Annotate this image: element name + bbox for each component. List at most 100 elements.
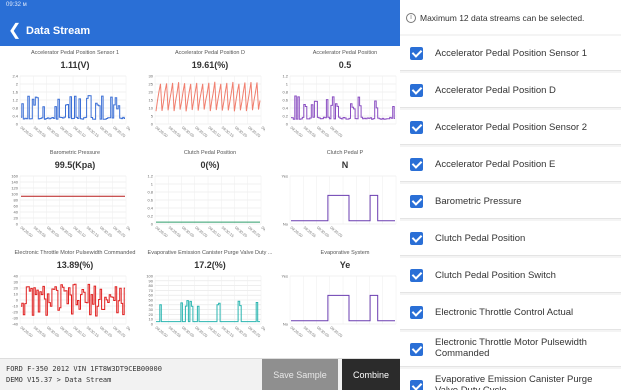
checkbox-checked-icon[interactable] [410,121,423,134]
x-tick-label: 09:29:55 [168,226,182,239]
y-tick-label: 0.8 [147,190,153,195]
y-tick-label: 2 [16,82,19,87]
checkbox-checked-icon[interactable] [410,306,423,319]
stream-list-item[interactable]: Barometric Pressure [400,184,621,219]
x-tick-label: 09:30:10 [72,326,86,339]
x-tick-label: 09:29:50 [289,126,303,139]
graph-plot: Yes No09:29:50 09:29:55 09:30:00 09:30:05 [281,174,397,239]
data-stream-graph[interactable]: Barometric Pressure 99.5(Kpa) 160 140 120 100… [0,146,150,246]
checkbox-checked-icon[interactable] [410,232,423,245]
checkbox-checked-icon[interactable] [410,47,423,60]
y-tick-label: 10 [14,292,19,297]
checkbox-checked-icon[interactable] [410,158,423,171]
graph-plot: 2.421.61.20.80.4009:29:50 09:29:55 09:30:0… [12,74,130,139]
stream-list-item[interactable]: Clutch Pedal Position [400,221,621,256]
stream-list-item[interactable]: Accelerator Pedal Position Sensor 1 [400,36,621,71]
stream-list-item[interactable]: Clutch Pedal Position Switch [400,258,621,293]
save-sample-button[interactable]: Save Sample [262,359,338,390]
graph-plot: 16014012010080604020009:29:50 09:29:55 09:… [11,174,130,239]
y-tick-label: 0 [151,222,154,227]
stream-list-item[interactable]: Accelerator Pedal Position E [400,147,621,182]
graph-value: 17.2(%) [194,260,226,270]
y-tick-label: 0 [151,322,154,327]
y-tick-label: 1.2 [12,98,18,103]
graph-value: N [341,160,349,170]
checkbox-checked-icon[interactable] [410,343,423,356]
x-tick-label: 09:30:20 [234,126,248,139]
stream-list-item[interactable]: Electronic Throttle Control Actual [400,295,621,330]
x-tick-label: 09:30:00 [181,226,195,239]
status-time: 09:32 ᴍ [6,2,27,8]
vehicle-info: FORD F-350 2012 VIN 1FT8W3DT9CEB00000 [6,365,162,373]
data-stream-graph[interactable]: Evaporative System Ye Yes No 09:29:50 09:29:5… [270,246,400,346]
data-stream-graph[interactable]: Accelerator Pedal Position 0.5 1.2 1 0.8 0.6 0… [270,46,400,146]
graph-value: Ye [339,260,351,270]
x-tick-label: 09:30:05 [329,226,343,239]
x-tick-label: 09:29:50 [154,226,168,239]
stream-list-item[interactable]: Electronic Throttle Motor Pulsewidth Com… [400,332,621,367]
y-tick-label: 40 [14,210,19,215]
graph-title: Electronic Throttle Motor Pulsewidth Com… [14,250,136,256]
x-tick-label: 09:29:55 [303,326,317,339]
x-tick-label: 09:30:30 [260,126,265,139]
stream-list-item-label: Accelerator Pedal Position E [435,159,556,170]
app-window: 09:32 ᴍ ❮ Data Stream Accelerator Pedal … [0,0,621,390]
x-tick-label: 09:30:05 [194,326,208,339]
stream-list-item-label: Accelerator Pedal Position Sensor 2 [435,122,588,133]
x-tick-label: 09:30:25 [247,226,261,239]
checkbox-checked-icon[interactable] [410,380,423,390]
graph-plot: 403020100-10-20-30-4009:29:50 09:29:55 09:… [12,274,130,339]
y-tick-label: 30 [149,74,154,79]
x-tick-label: 09:29:50 [154,326,168,339]
x-tick-label: 09:30:05 [194,226,208,239]
y-tick-label: 160 [11,174,18,179]
x-tick-label: 09:29:55 [303,126,317,139]
y-tick-label: No [283,222,289,227]
bottom-bar: FORD F-350 2012 VIN 1FT8W3DT9CEB00000 DE… [0,358,400,390]
checkbox-checked-icon[interactable] [410,84,423,97]
graph-title: Evaporative System [320,250,370,256]
x-tick-label: 09:30:00 [316,326,330,339]
graph-title: Accelerator Pedal Position D [174,50,245,56]
stream-list-item-label: Accelerator Pedal Position D [435,85,556,96]
x-tick-label: 09:30:05 [194,126,208,139]
data-stream-graph[interactable]: Clutch Pedal P N Yes No 09:29:50 09:29:55 09:3… [270,146,400,246]
combine-button[interactable]: Combine [342,359,400,390]
checkbox-checked-icon[interactable] [410,195,423,208]
y-tick-label: 1.6 [12,90,18,95]
x-tick-label: 09:30:00 [46,126,60,139]
x-tick-label: 09:29:50 [289,326,303,339]
stream-list-item-label: Accelerator Pedal Position Sensor 1 [435,48,588,59]
checkbox-checked-icon[interactable] [410,269,423,282]
x-tick-label: 09:29:55 [168,326,182,339]
x-tick-label: 09:29:50 [154,126,168,139]
y-tick-label: No [283,322,289,327]
graph-title: Barometric Pressure [49,150,101,156]
stream-list-item[interactable]: Accelerator Pedal Position D [400,73,621,108]
stream-list-item-label: Electronic Throttle Control Actual [435,307,574,318]
y-tick-label: 10 [149,106,154,111]
x-tick-label: 09:30:15 [86,226,100,239]
stream-list-item[interactable]: Accelerator Pedal Position Sensor 2 [400,110,621,145]
y-tick-label: 0 [16,122,19,127]
data-stream-graph[interactable]: Clutch Pedal Position 0(%) 1.2 1 0.8 0.6 0.4 0.… [135,146,285,246]
graph-title: Evaporative Emission Canister Purge Valv… [147,250,273,256]
y-tick-label: 120 [11,186,18,191]
x-tick-label: 09:30:15 [221,226,235,239]
y-tick-label: 0.6 [282,98,288,103]
data-stream-graph[interactable]: Accelerator Pedal Position Sensor 1 1.11(… [0,46,150,146]
graph-value: 0(%) [200,160,220,170]
y-tick-label: 15 [149,98,154,103]
stream-selection-panel: i Maximum 12 data streams can be selecte… [400,0,621,390]
data-stream-graph[interactable]: Accelerator Pedal Position D 19.61(%) 30 25… [135,46,285,146]
y-tick-label: 0 [286,122,289,127]
y-tick-label: 80 [14,198,19,203]
y-tick-label: 0.4 [147,206,153,211]
x-tick-label: 09:29:50 [289,226,303,239]
x-tick-label: 09:29:50 [19,226,33,239]
data-stream-graph[interactable]: Evaporative Emission Canister Purge Valv… [135,246,285,346]
x-tick-label: 09:30:30 [125,326,130,339]
stream-list-item[interactable]: Evaporative Emission Canister Purge Valv… [400,369,621,390]
back-button[interactable]: ❮ [8,23,22,39]
data-stream-graph[interactable]: Electronic Throttle Motor Pulsewidth Com… [0,246,150,346]
